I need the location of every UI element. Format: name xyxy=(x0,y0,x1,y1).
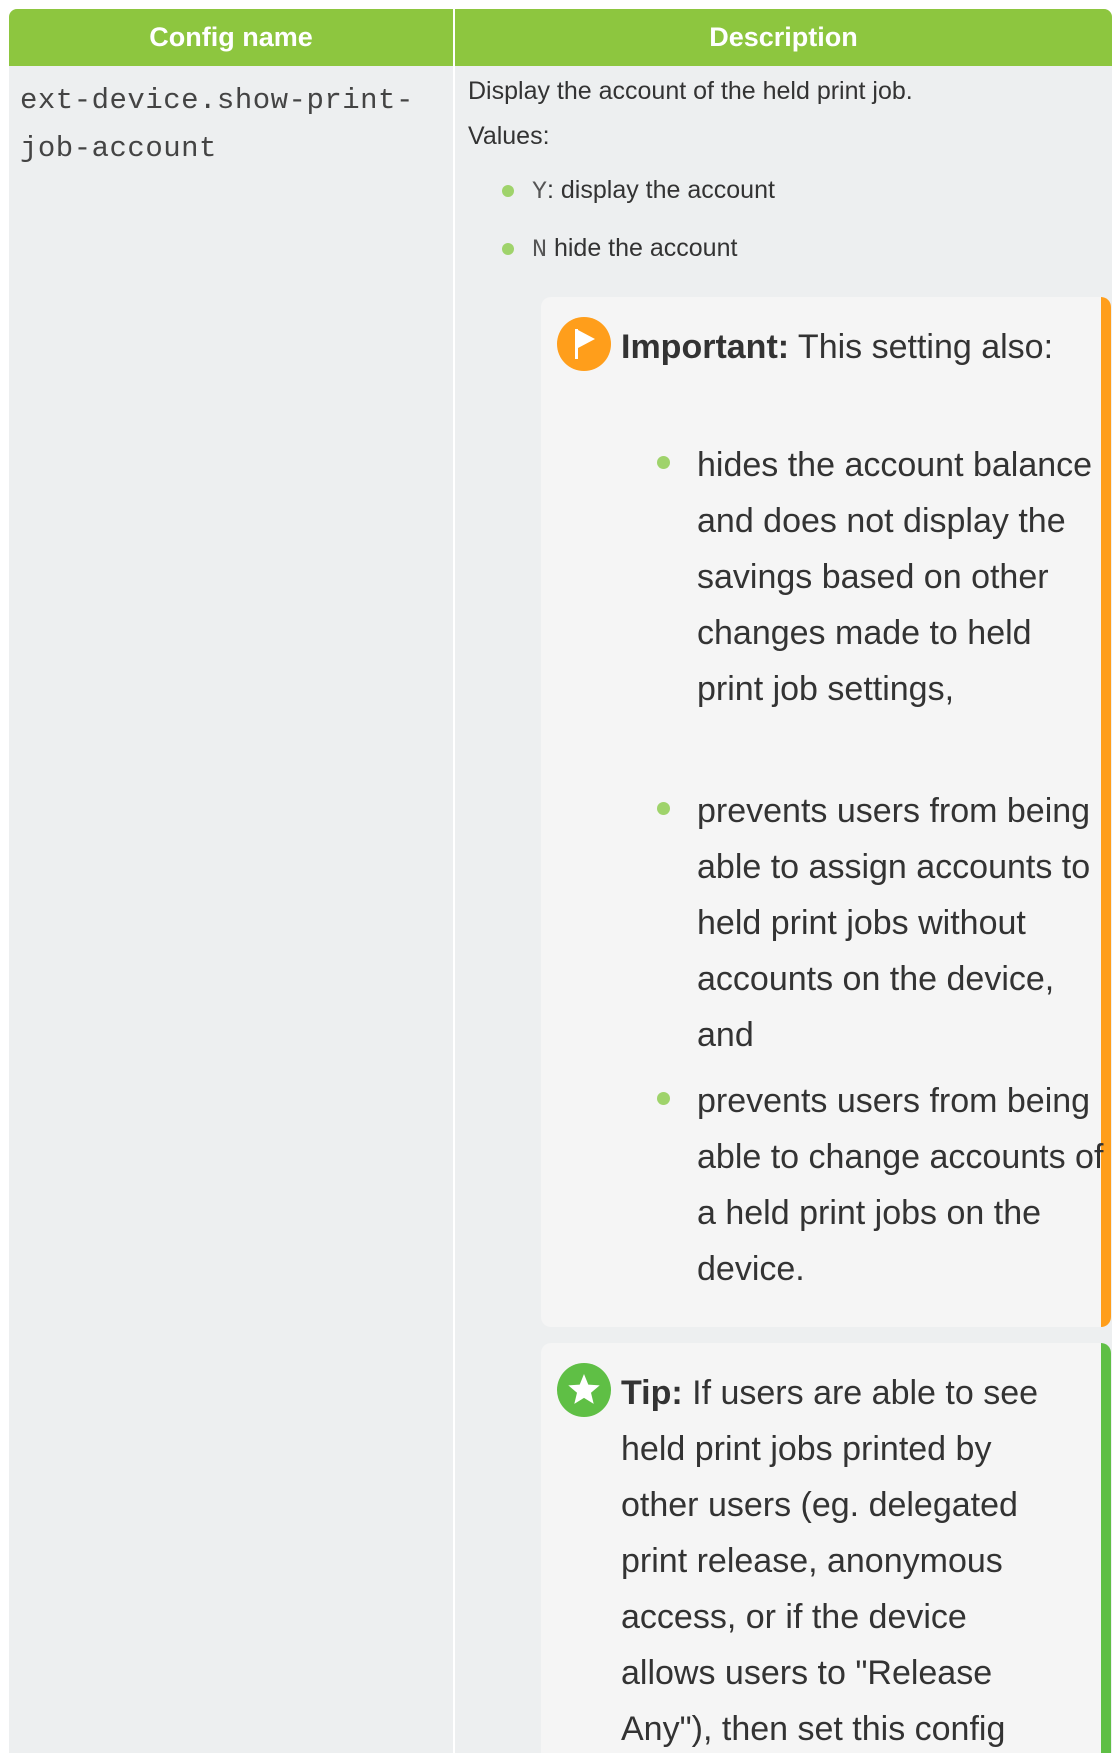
value-code: Y xyxy=(532,177,548,206)
tip-text: If users are able to see held print jobs… xyxy=(621,1374,1039,1748)
star-icon xyxy=(557,1363,611,1417)
description-text: Display the account of the held print jo… xyxy=(468,77,913,105)
list-item-text: prevents users from being able to change… xyxy=(697,1082,1104,1288)
header-description: Description xyxy=(709,22,858,52)
config-name-cell: ext-device.show-print-job-account xyxy=(20,84,414,165)
table-header: Config name Description xyxy=(9,9,1112,66)
bullet-icon xyxy=(502,243,514,255)
list-item-text: prevents users from being able to assign… xyxy=(697,792,1091,1054)
bullet-icon xyxy=(657,456,670,469)
value-text: hide the account xyxy=(547,234,738,262)
important-label: Important: xyxy=(621,328,790,366)
header-config-name: Config name xyxy=(149,22,313,52)
bullet-icon xyxy=(657,1092,670,1105)
tip-callout: Tip: If users are able to see held print… xyxy=(541,1343,1111,1753)
important-text: This setting also: xyxy=(789,328,1054,366)
tip-accent-bar xyxy=(1101,1343,1111,1753)
tip-label: Tip: xyxy=(621,1374,683,1412)
bullet-icon xyxy=(502,185,514,197)
tip-lead: Tip: If users are able to see held print… xyxy=(621,1365,1061,1753)
bullet-icon xyxy=(657,802,670,815)
config-table: Config name Description ext-device.show-… xyxy=(9,9,1112,1753)
flag-icon xyxy=(557,317,611,371)
values-label: Values: xyxy=(468,122,550,150)
list-item-text: hides the account balance and does not d… xyxy=(697,446,1093,708)
important-callout: Important: This setting also: hides the … xyxy=(541,297,1111,1327)
value-code: N xyxy=(532,235,548,264)
important-lead: Important: This setting also: xyxy=(621,319,1061,375)
value-text: : display the account xyxy=(547,176,775,204)
column-divider xyxy=(453,9,455,1753)
